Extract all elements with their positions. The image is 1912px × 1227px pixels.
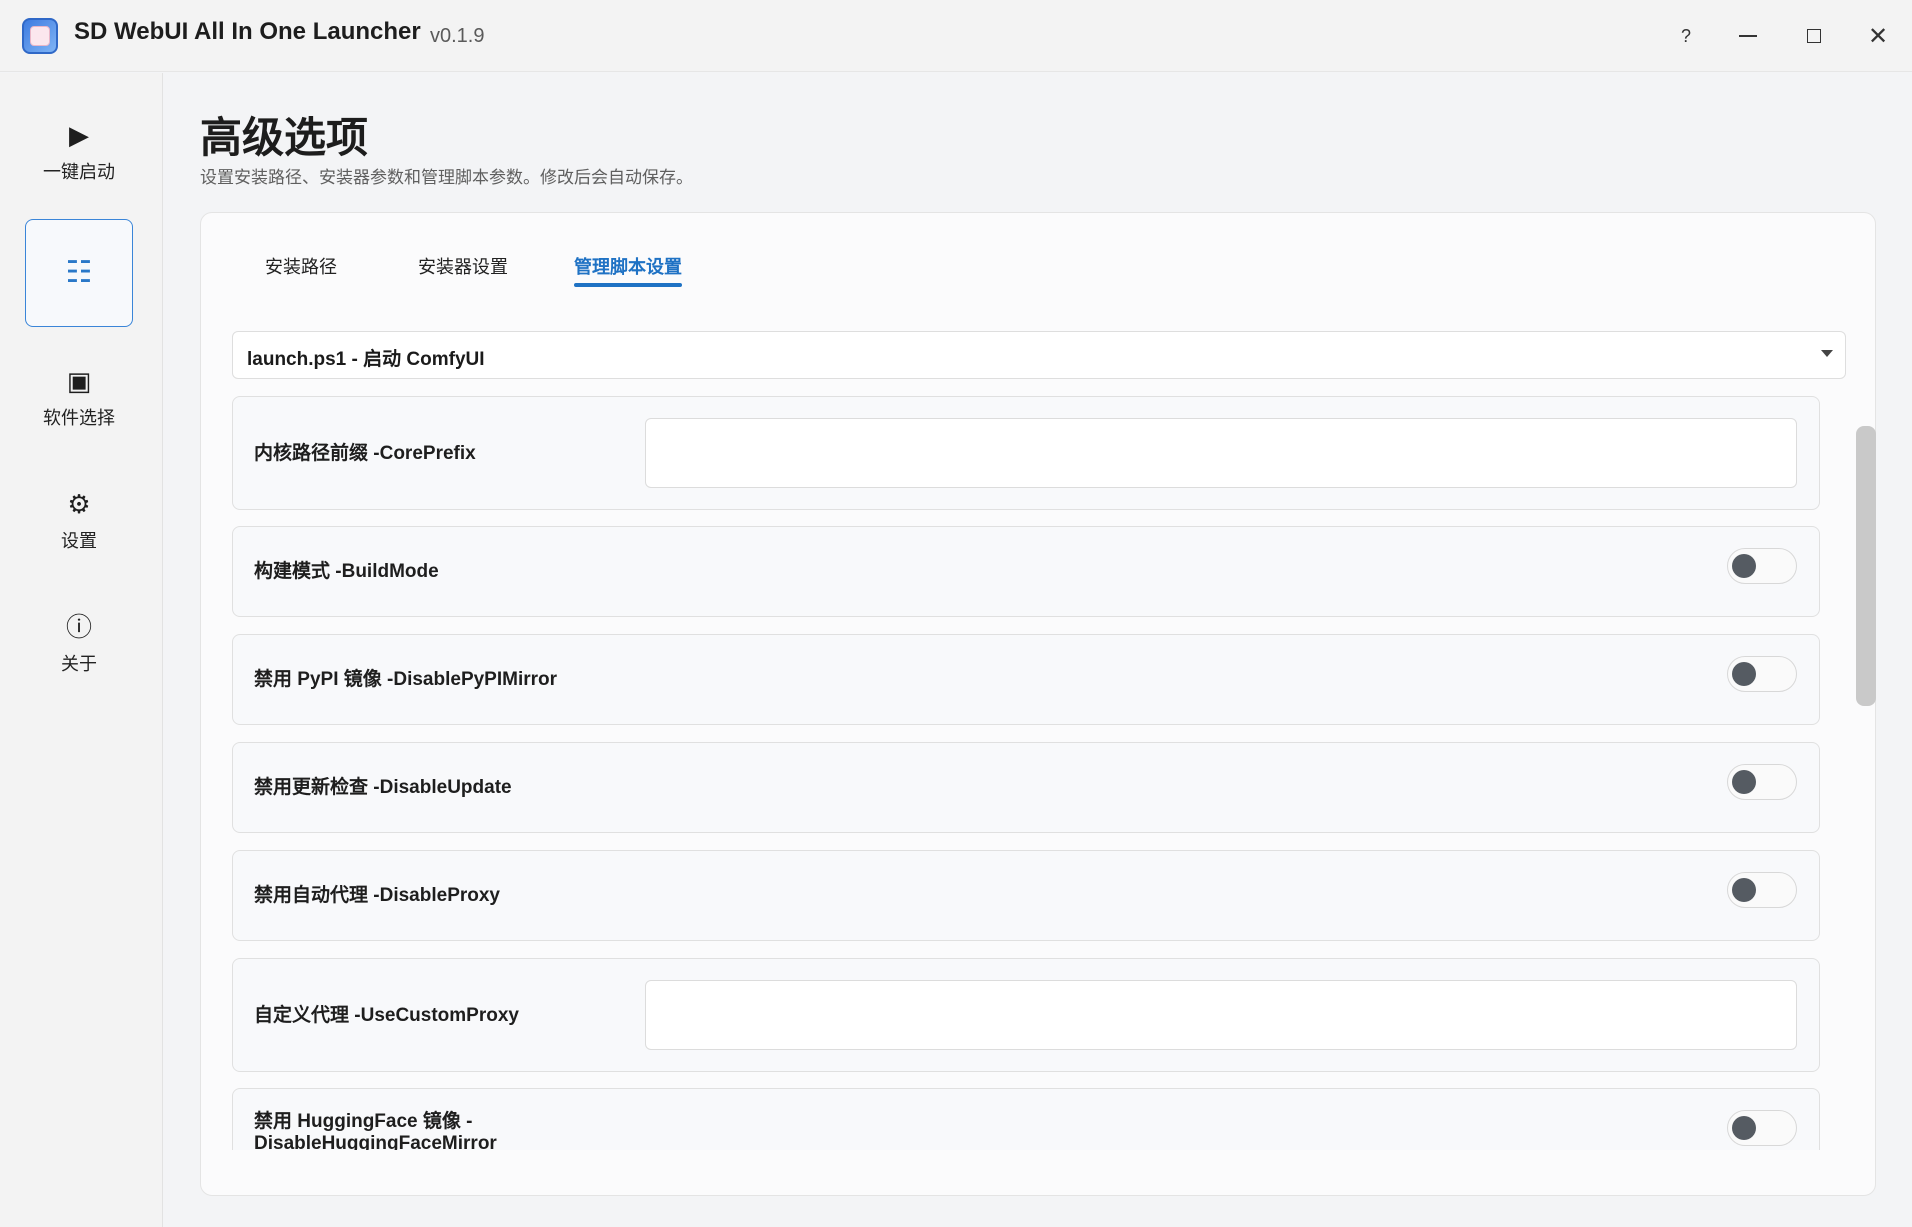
scrollbar-thumb[interactable] [1856, 426, 1876, 706]
help-button[interactable]: ? [1666, 20, 1706, 52]
tab-script-settings[interactable]: 管理脚本设置 [574, 253, 682, 287]
help-icon: ? [1680, 25, 1691, 46]
option-label: 内核路径前缀 -CorePrefix [254, 443, 476, 464]
option-label-line: 禁用 HuggingFace 镜像 - [254, 1111, 473, 1132]
sidebar-item-label: 一键启动 [43, 162, 115, 182]
script-select[interactable]: launch.ps1 - 启动 ComfyUI [232, 331, 1846, 379]
disable-pypi-mirror-toggle[interactable] [1727, 656, 1797, 692]
app-version: v0.1.9 [430, 25, 485, 47]
minimize-button[interactable] [1728, 20, 1768, 52]
toggle-knob [1732, 1116, 1756, 1140]
sidebar-item-label: 软件选择 [43, 408, 115, 428]
option-row: 禁用自动代理 -DisableProxy [232, 850, 1820, 941]
sidebar: ▶ 一键启动 ☷ ▣ 软件选择 ⚙ 设置 ⓘ 关于 [0, 73, 163, 1227]
option-row: 内核路径前缀 -CorePrefix [232, 396, 1820, 510]
option-row: 禁用 HuggingFace 镜像 - DisableHuggingFaceMi… [232, 1088, 1820, 1150]
maximize-icon [1807, 29, 1821, 43]
option-label: 构建模式 -BuildMode [254, 561, 439, 582]
option-label: 自定义代理 -UseCustomProxy [254, 1005, 519, 1026]
app-title: SD WebUI All In One Launcher [74, 18, 421, 45]
play-icon: ▶ [69, 120, 89, 150]
app-logo-icon [22, 18, 58, 54]
page-subtitle: 设置安装路径、安装器参数和管理脚本参数。修改后会自动保存。 [200, 168, 693, 187]
option-label: 禁用更新检查 -DisableUpdate [254, 777, 512, 798]
tab-installer-settings[interactable]: 安装器设置 [418, 253, 508, 285]
list-icon: ☷ [65, 256, 93, 289]
sidebar-item-settings[interactable]: ⚙ 设置 [25, 466, 133, 574]
tab-install-path[interactable]: 安装路径 [265, 253, 337, 285]
sidebar-item-about[interactable]: ⓘ 关于 [25, 589, 133, 697]
disable-proxy-toggle[interactable] [1727, 872, 1797, 908]
option-label-line: DisableHuggingFaceMirror [254, 1133, 497, 1150]
sidebar-item-label: 关于 [61, 654, 97, 674]
minimize-icon [1739, 35, 1757, 37]
chevron-down-icon [1821, 350, 1833, 357]
sidebar-item-advanced-options[interactable]: ☷ [25, 219, 133, 327]
sidebar-item-label: 设置 [61, 531, 97, 551]
core-prefix-input[interactable] [645, 418, 1797, 488]
toggle-knob [1732, 662, 1756, 686]
select-square-icon: ▣ [66, 366, 92, 396]
option-label: 禁用自动代理 -DisableProxy [254, 885, 500, 906]
settings-card: 安装路径 安装器设置 管理脚本设置 launch.ps1 - 启动 ComfyU… [200, 212, 1876, 1196]
option-row: 自定义代理 -UseCustomProxy [232, 958, 1820, 1072]
build-mode-toggle[interactable] [1727, 548, 1797, 584]
options-list[interactable]: 内核路径前缀 -CorePrefix 构建模式 -BuildMode 禁用 Py… [232, 396, 1878, 1150]
disable-update-toggle[interactable] [1727, 764, 1797, 800]
disable-huggingface-mirror-toggle[interactable] [1727, 1110, 1797, 1146]
maximize-button[interactable] [1794, 20, 1834, 52]
close-button[interactable]: ✕ [1858, 20, 1898, 52]
option-label: 禁用 PyPI 镜像 -DisablePyPIMirror [254, 669, 558, 690]
option-label: 禁用 HuggingFace 镜像 - DisableHuggingFaceMi… [254, 1111, 497, 1150]
sidebar-item-launch[interactable]: ▶ 一键启动 [25, 97, 133, 205]
option-row: 禁用 PyPI 镜像 -DisablePyPIMirror [232, 634, 1820, 725]
toggle-knob [1732, 554, 1756, 578]
custom-proxy-input[interactable] [645, 980, 1797, 1050]
page-title: 高级选项 [200, 114, 369, 161]
info-icon: ⓘ [65, 612, 92, 642]
toggle-knob [1732, 878, 1756, 902]
gear-icon: ⚙ [67, 489, 91, 519]
toggle-knob [1732, 770, 1756, 794]
close-icon: ✕ [1867, 22, 1889, 50]
option-row: 禁用更新检查 -DisableUpdate [232, 742, 1820, 833]
sidebar-item-software-select[interactable]: ▣ 软件选择 [25, 343, 133, 451]
script-select-value: launch.ps1 - 启动 ComfyUI [247, 349, 485, 370]
title-bar: SD WebUI All In One Launcher v0.1.9 ? ✕ [0, 0, 1912, 72]
option-row: 构建模式 -BuildMode [232, 526, 1820, 617]
